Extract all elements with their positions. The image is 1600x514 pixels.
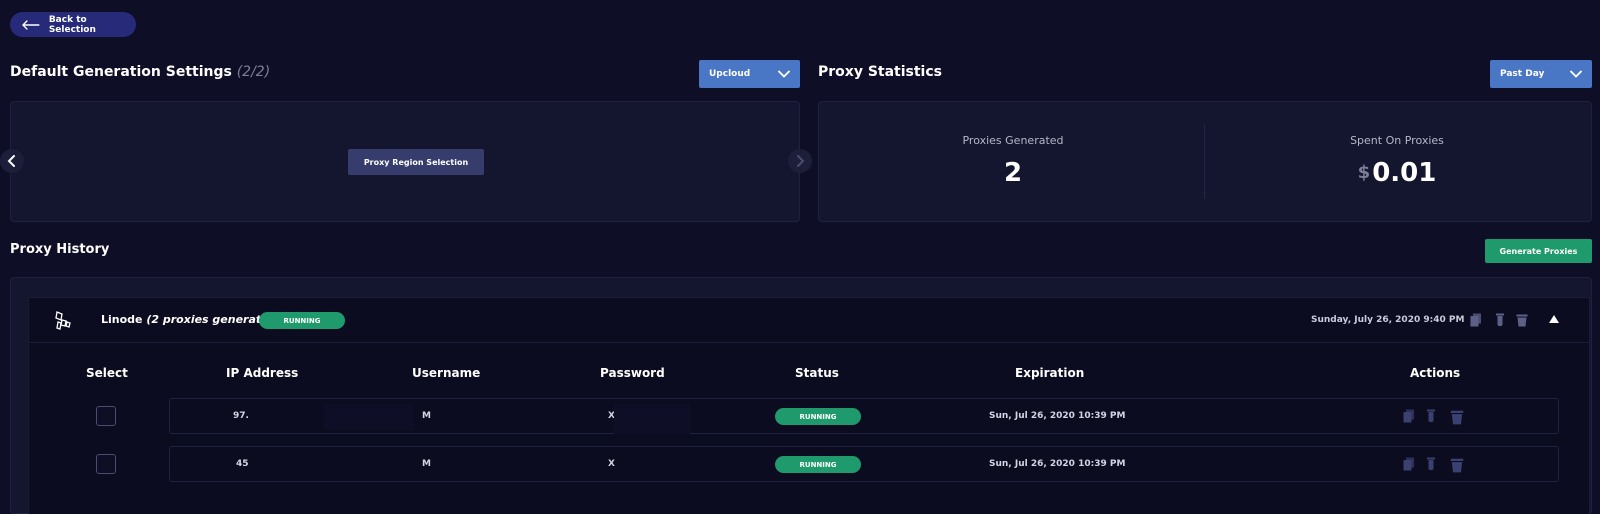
row-select-checkbox[interactable] <box>96 454 116 474</box>
currency-symbol: $ <box>1357 162 1371 183</box>
redaction-mask <box>614 404 690 434</box>
spent-on-proxies-label: Spent On Proxies <box>1350 134 1444 147</box>
expiration-cell: Sun, Jul 26, 2020 10:39 PM <box>989 411 1126 421</box>
proxies-generated-value: 2 <box>1003 158 1023 188</box>
status-badge: RUNNING <box>775 408 861 425</box>
table-row <box>169 446 1559 482</box>
copy-icon[interactable] <box>1403 457 1415 471</box>
trash-icon[interactable] <box>1450 457 1464 473</box>
test-tube-icon[interactable] <box>1425 409 1437 423</box>
ip-address-cell: 45 <box>236 459 249 469</box>
column-header-status: Status <box>795 366 839 380</box>
provider-dropdown[interactable]: Upcloud <box>699 60 800 88</box>
column-header-password: Password <box>600 366 665 380</box>
back-label: Back to Selection <box>48 14 96 35</box>
stat-divider <box>1204 125 1205 199</box>
period-dropdown-value: Past Day <box>1500 69 1545 79</box>
chevron-down-icon <box>1570 70 1582 78</box>
trash-icon[interactable] <box>1450 409 1464 425</box>
provider-label: Linode <box>101 313 143 326</box>
test-tube-icon[interactable] <box>1425 457 1437 471</box>
column-header-select: Select <box>86 366 128 380</box>
back-to-selection-button[interactable]: Back to Selection <box>10 12 136 37</box>
status-badge: RUNNING <box>259 312 345 329</box>
generate-proxies-button[interactable]: Generate Proxies <box>1485 239 1592 263</box>
redaction-mask <box>324 404 414 430</box>
triangle-up-icon[interactable] <box>1548 314 1560 324</box>
period-dropdown[interactable]: Past Day <box>1490 60 1592 88</box>
chevron-left-icon <box>7 155 15 167</box>
column-header-expiration: Expiration <box>1015 366 1085 380</box>
chevron-right-icon <box>797 155 805 167</box>
linode-logo-icon <box>55 311 71 330</box>
column-header-actions: Actions <box>1410 366 1461 380</box>
proxy-history-title: Proxy History <box>10 242 110 257</box>
spent-on-proxies-value: $0.01 <box>1302 158 1492 188</box>
status-badge: RUNNING <box>775 456 861 473</box>
ip-address-cell: 97. <box>233 411 249 421</box>
column-header-ip: IP Address <box>226 366 299 380</box>
proxies-generated-label: Proxies Generated <box>962 134 1064 147</box>
username-cell: M <box>422 411 431 421</box>
spent-amount: 0.01 <box>1372 158 1437 188</box>
expiration-cell: Sun, Jul 26, 2020 10:39 PM <box>989 459 1126 469</box>
next-slide-button[interactable] <box>788 149 812 173</box>
group-timestamp: Sunday, July 26, 2020 9:40 PM <box>1311 315 1465 325</box>
copy-icon[interactable] <box>1470 313 1482 327</box>
generation-settings-title: Default Generation Settings (2/2) <box>10 64 270 80</box>
generation-title-text: Default Generation Settings <box>10 64 232 80</box>
arrow-left-icon <box>22 19 40 30</box>
copy-icon[interactable] <box>1403 409 1415 423</box>
chevron-down-icon <box>778 70 790 78</box>
proxy-region-selection-button[interactable]: Proxy Region Selection <box>348 149 484 175</box>
generation-counter: (2/2) <box>236 64 271 80</box>
password-cell: X <box>608 459 615 469</box>
test-tube-icon[interactable] <box>1494 313 1506 327</box>
provider-dropdown-value: Upcloud <box>709 69 751 79</box>
username-cell: M <box>422 459 431 469</box>
proxy-statistics-title: Proxy Statistics <box>818 64 942 80</box>
prev-slide-button[interactable] <box>0 149 24 173</box>
column-header-username: Username <box>412 366 481 380</box>
trash-icon[interactable] <box>1516 313 1528 327</box>
provider-name: Linode (2 proxies generated) <box>101 313 282 326</box>
row-select-checkbox[interactable] <box>96 406 116 426</box>
